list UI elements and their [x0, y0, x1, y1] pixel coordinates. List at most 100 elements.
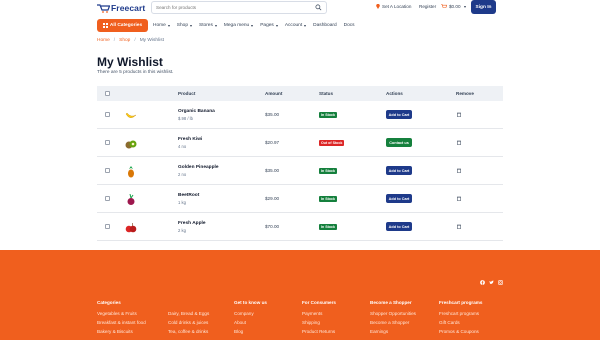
- table-row: BeetRoot 1 kg $29.00 In Stock Add to Car…: [97, 185, 503, 213]
- add-to-cart-button[interactable]: Add to Cart: [386, 194, 412, 203]
- breadcrumb: Home / Shop / My Wishlist: [97, 38, 164, 43]
- product-weight: 1 kg: [178, 200, 186, 205]
- apple-image: [124, 221, 138, 233]
- register-link[interactable]: Register: [419, 4, 436, 9]
- nav-item-account[interactable]: Account: [285, 23, 307, 28]
- trash-icon[interactable]: [457, 140, 461, 145]
- product-amount: $35.00: [265, 112, 280, 117]
- chevron-down-icon: [275, 24, 278, 27]
- footer-link[interactable]: Company: [234, 311, 267, 316]
- nav-item-dashboard[interactable]: Dashboard: [313, 23, 336, 28]
- footer-link[interactable]: About: [234, 320, 267, 325]
- trash-icon[interactable]: [457, 168, 461, 173]
- footer-link[interactable]: Blog: [234, 329, 267, 334]
- row-checkbox[interactable]: [105, 112, 110, 117]
- status-badge: Out of Stock: [319, 139, 345, 146]
- footer-link[interactable]: Promos & Coupons: [439, 329, 482, 334]
- contact-us-button[interactable]: Contact us: [386, 138, 412, 147]
- nav-item-stores[interactable]: Stores: [199, 23, 217, 28]
- footer-link[interactable]: Earnings: [370, 329, 416, 334]
- location-label: Set A Location: [382, 4, 412, 9]
- product-name[interactable]: Golden Pineapple: [178, 165, 219, 170]
- status-badge: In Stock: [319, 223, 337, 230]
- add-to-cart-button[interactable]: Add to Cart: [386, 110, 412, 119]
- chevron-down-icon: [304, 24, 307, 27]
- all-categories-button[interactable]: All Categories: [97, 19, 148, 32]
- footer-link[interactable]: Tea, coffee & drinks: [168, 329, 209, 334]
- table-row: Organic Banana $.98 / lb $35.00 In Stock…: [97, 101, 503, 129]
- trash-icon[interactable]: [457, 112, 461, 117]
- table-row: Fresh Apple 2 kg $70.00 In Stock Add to …: [97, 213, 503, 241]
- logo-text: Freecart: [111, 3, 146, 13]
- cart-link[interactable]: $0.00: [441, 4, 466, 9]
- header-status: Status: [319, 91, 334, 96]
- footer-column: For Consumers Payments Shipping Product Ret…: [302, 300, 336, 338]
- footer-link[interactable]: Vegetables & Fruits: [97, 311, 146, 316]
- footer-link[interactable]: Breakfast & instant food: [97, 320, 146, 325]
- location-link[interactable]: Set A Location: [376, 4, 411, 9]
- breadcrumb-current: My Wishlist: [139, 38, 164, 43]
- footer-link[interactable]: Gift Cards: [439, 320, 482, 325]
- footer-link[interactable]: Product Returns: [302, 329, 336, 334]
- nav-item-docs[interactable]: Docs: [344, 23, 355, 28]
- status-badge: In Stock: [319, 111, 337, 118]
- cart-total: $0.00: [449, 4, 461, 9]
- footer-heading: Freshcart programs: [439, 300, 483, 305]
- row-checkbox[interactable]: [105, 140, 110, 145]
- footer-link[interactable]: Bakery & Biscuits: [97, 329, 146, 334]
- facebook-icon[interactable]: [480, 272, 485, 285]
- product-weight: 4 no: [178, 144, 187, 149]
- nav-item-shop[interactable]: Shop: [177, 23, 192, 28]
- nav-item-home[interactable]: Home: [153, 23, 170, 28]
- search-icon[interactable]: [315, 4, 322, 11]
- product-name[interactable]: Organic Banana: [178, 109, 215, 114]
- table-row: Fresh Kiwi 4 no $20.97 Out of Stock Cont…: [97, 129, 503, 157]
- breadcrumb-shop[interactable]: Shop: [119, 38, 130, 43]
- footer-link[interactable]: Cold drinks & juices: [168, 320, 209, 325]
- wishlist-table: Product Amount Status Actions Remove Org…: [97, 86, 503, 241]
- row-checkbox[interactable]: [105, 168, 110, 173]
- sign-in-button[interactable]: Sign In: [471, 0, 496, 14]
- product-info: Organic Banana $.98 / lb: [178, 109, 215, 121]
- instagram-icon[interactable]: [498, 272, 503, 285]
- search-box[interactable]: [151, 1, 327, 14]
- footer-heading: Become a Shopper: [370, 300, 412, 305]
- footer-link[interactable]: Freshcart programs: [439, 311, 482, 316]
- footer-link[interactable]: Shopper Opportunities: [370, 311, 416, 316]
- search-input[interactable]: [156, 5, 315, 10]
- page-subtitle: There are 5 products in this wishlist.: [97, 70, 174, 75]
- footer-link[interactable]: Payments: [302, 311, 336, 316]
- trash-icon[interactable]: [457, 224, 461, 229]
- select-all-checkbox[interactable]: [105, 91, 110, 96]
- nav-label: Pages: [260, 23, 274, 28]
- product-info: BeetRoot 1 kg: [178, 193, 199, 205]
- add-to-cart-button[interactable]: Add to Cart: [386, 222, 412, 231]
- pineapple-image: [124, 165, 138, 177]
- product-info: Fresh Kiwi 4 no: [178, 137, 202, 149]
- footer-heading: For Consumers: [302, 300, 336, 305]
- nav-label: Stores: [199, 23, 213, 28]
- nav-label: Mega menu: [223, 23, 250, 28]
- footer-column: Become a Shopper Shopper Opportunities Bec…: [370, 300, 416, 338]
- footer-link[interactable]: Shipping: [302, 320, 336, 325]
- nav-item-mega-menu[interactable]: Mega menu: [223, 23, 254, 28]
- product-name[interactable]: Fresh Apple: [178, 221, 206, 226]
- breadcrumb-home[interactable]: Home: [97, 38, 110, 43]
- add-to-cart-button[interactable]: Add to Cart: [386, 166, 412, 175]
- trash-icon[interactable]: [457, 196, 461, 201]
- logo[interactable]: Freecart: [97, 2, 145, 14]
- row-checkbox[interactable]: [105, 224, 110, 229]
- nav-menu: Home Shop Stores Mega menu Pages Account…: [153, 23, 355, 28]
- breadcrumb-separator: /: [134, 38, 136, 43]
- footer-link[interactable]: Dairy, Bread & Eggs: [168, 311, 209, 316]
- map-pin-icon: [376, 4, 380, 9]
- nav-item-pages[interactable]: Pages: [260, 23, 278, 28]
- product-amount: $70.00: [265, 224, 280, 229]
- nav-label: Home: [153, 23, 166, 28]
- twitter-icon[interactable]: [489, 272, 494, 285]
- footer-column: Freshcart programs Freshcart programs Gift…: [439, 300, 482, 338]
- footer-link[interactable]: Become a Shopper: [370, 320, 416, 325]
- row-checkbox[interactable]: [105, 196, 110, 201]
- product-name[interactable]: BeetRoot: [178, 193, 199, 198]
- product-name[interactable]: Fresh Kiwi: [178, 137, 202, 142]
